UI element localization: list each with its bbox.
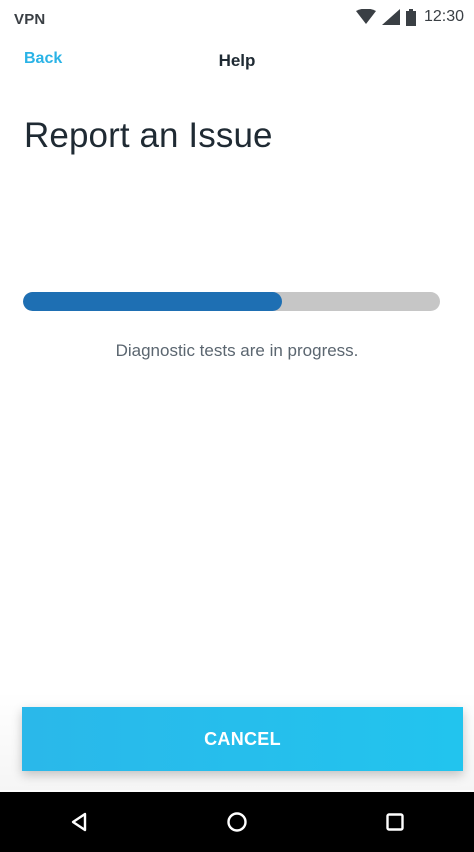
status-time: 12:30 (423, 8, 464, 25)
nav-header: Back Help (0, 44, 474, 80)
cellular-signal-icon (381, 9, 400, 25)
recents-square-icon (385, 812, 405, 832)
system-back-button[interactable] (49, 798, 109, 846)
page-title: Report an Issue (24, 116, 273, 155)
status-icons: 12:30 (355, 8, 464, 26)
battery-icon (405, 8, 416, 26)
home-circle-icon (226, 811, 248, 833)
progress-fill (23, 292, 282, 311)
status-bar: VPN 12:30 (0, 0, 474, 34)
vpn-label: VPN (14, 10, 46, 28)
nav-title: Help (218, 51, 256, 70)
diagnostic-progress-bar (23, 292, 440, 311)
help-report-issue-screen: VPN 12:30 Back Help Report an Issue Diag… (0, 0, 474, 852)
system-navigation-bar (0, 792, 474, 852)
progress-caption: Diagnostic tests are in progress. (115, 341, 359, 360)
cancel-button[interactable]: CANCEL (22, 707, 463, 771)
back-triangle-icon (70, 812, 88, 832)
system-recents-button[interactable] (365, 798, 425, 846)
wifi-icon (355, 9, 376, 25)
system-home-button[interactable] (207, 798, 267, 846)
